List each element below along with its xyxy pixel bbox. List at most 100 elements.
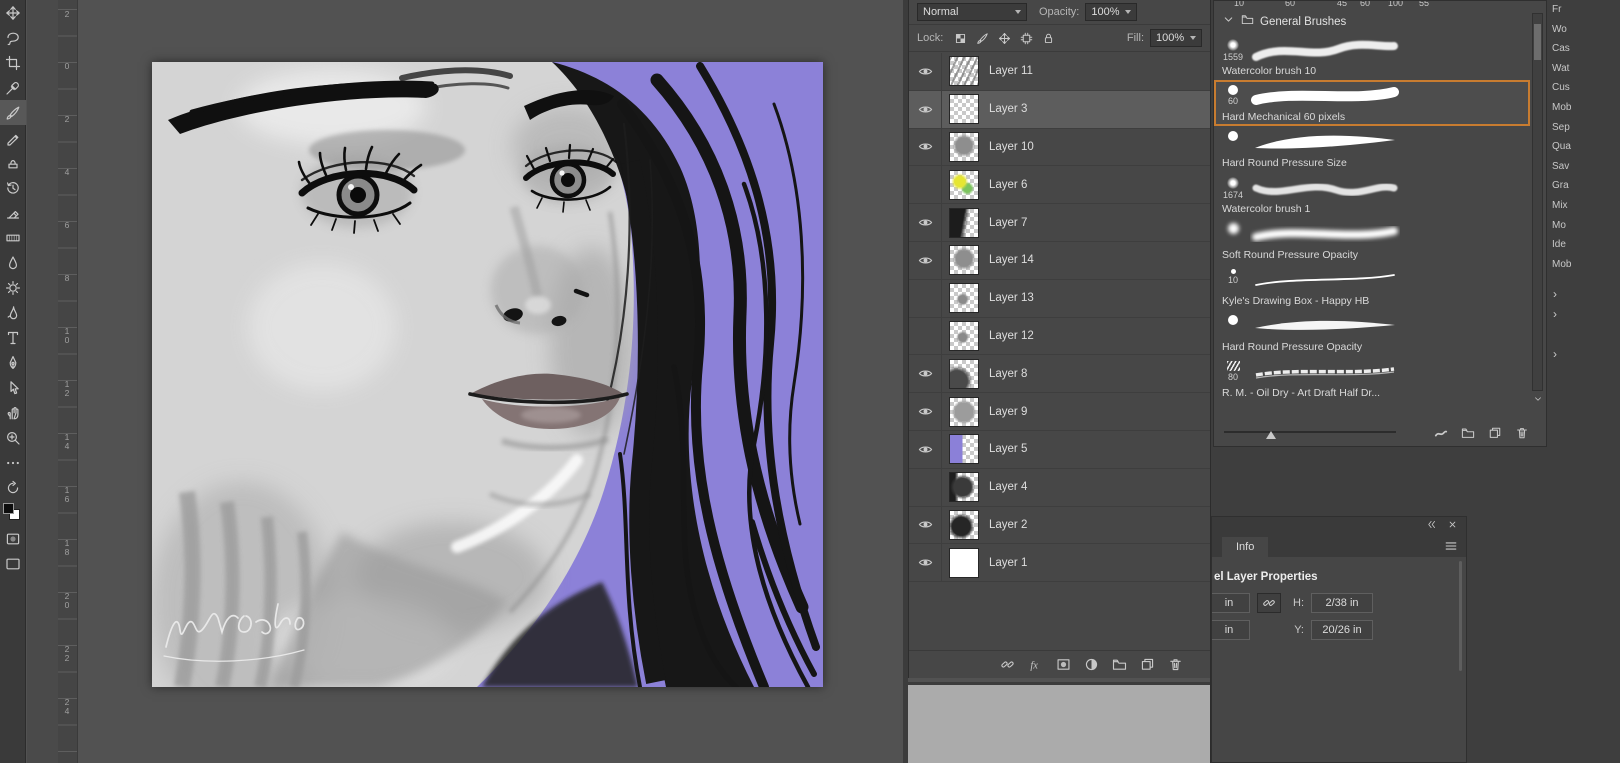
document-canvas[interactable] (152, 62, 823, 687)
chevron-right-icon[interactable]: › (1553, 348, 1557, 360)
x-unit-field[interactable]: in (1212, 620, 1250, 640)
layer-visibility-toggle[interactable] (909, 241, 942, 279)
width-unit-field[interactable]: in (1212, 593, 1250, 613)
clipped-panel-tab[interactable]: Mo (1547, 216, 1620, 236)
move-tool[interactable] (0, 0, 26, 25)
pen-tool[interactable] (0, 350, 26, 375)
clone-stamp-tool[interactable] (0, 150, 26, 175)
quick-mask-toggle[interactable] (0, 526, 26, 551)
color-swatches[interactable] (0, 500, 26, 526)
pencil-tool[interactable] (0, 125, 26, 150)
layer-thumbnail[interactable] (949, 434, 979, 465)
collapse-panel-icon[interactable] (1426, 517, 1437, 535)
layer-thumbnail[interactable] (949, 358, 979, 389)
add-layer-mask-button[interactable] (1055, 656, 1072, 673)
new-layer-button[interactable] (1139, 656, 1156, 673)
gradient-tool[interactable] (0, 225, 26, 250)
layer-name[interactable]: Layer 14 (989, 254, 1034, 266)
brushes-scrollbar[interactable] (1532, 13, 1543, 391)
opacity-input[interactable]: 100% (1085, 3, 1138, 21)
new-adjustment-layer-button[interactable] (1083, 656, 1100, 673)
clipped-panel-tab[interactable]: Sav (1547, 157, 1620, 177)
layer-name[interactable]: Layer 1 (989, 557, 1027, 569)
layer-name[interactable]: Layer 4 (989, 481, 1027, 493)
panel-menu-icon[interactable] (1444, 539, 1458, 553)
blend-mode-select[interactable]: Normal (917, 3, 1027, 21)
preview-size-slider[interactable] (1224, 431, 1396, 433)
panel-scrollbar[interactable] (1459, 561, 1462, 671)
layer-thumbnail[interactable] (949, 207, 979, 238)
layer-visibility-toggle[interactable] (909, 468, 942, 506)
lock-position[interactable] (997, 31, 1012, 46)
new-group-button[interactable] (1111, 656, 1128, 673)
clipped-panel-tab[interactable]: Cas (1547, 39, 1620, 59)
brush-preset[interactable]: 10 Kyle's Drawing Box - Happy HB (1214, 264, 1530, 310)
brush-preset[interactable]: 1674 Watercolor brush 1 (1214, 172, 1530, 218)
clipped-panel-tab[interactable]: Wat (1547, 59, 1620, 79)
blur-tool[interactable] (0, 250, 26, 275)
slider-handle[interactable] (1266, 431, 1276, 439)
layer-thumbnail[interactable] (949, 509, 979, 540)
layer-visibility-toggle[interactable] (909, 204, 942, 241)
layer-row[interactable]: Layer 8 (909, 355, 1210, 394)
layer-visibility-toggle[interactable] (909, 355, 942, 393)
lock-image-pixels[interactable] (975, 31, 990, 46)
history-brush-tool[interactable] (0, 175, 26, 200)
layer-row[interactable]: Layer 10 (909, 128, 1210, 167)
layer-thumbnail[interactable] (949, 472, 979, 503)
layer-row[interactable]: Layer 7 (909, 204, 1210, 242)
layer-visibility-toggle[interactable] (909, 128, 942, 166)
y-field[interactable]: 20/26 in (1311, 620, 1373, 640)
brush-preset[interactable]: 1559 Watercolor brush 10 (1214, 34, 1530, 80)
layer-visibility-toggle[interactable] (909, 53, 942, 90)
layer-thumbnail[interactable] (949, 94, 979, 125)
screen-mode-toggle[interactable] (0, 551, 26, 576)
brush-tool[interactable] (0, 100, 26, 125)
layer-row[interactable]: Layer 14 (909, 241, 1210, 280)
layer-row[interactable]: Layer 5 (909, 430, 1210, 469)
layer-name[interactable]: Layer 2 (989, 519, 1027, 531)
brush-preset[interactable]: 60 Hard Mechanical 60 pixels (1214, 80, 1530, 126)
new-brush-group-button[interactable] (1460, 425, 1476, 441)
lock-artboard[interactable] (1019, 31, 1034, 46)
layer-visibility-toggle[interactable] (909, 166, 942, 204)
layer-name[interactable]: Layer 6 (989, 179, 1027, 191)
layer-name[interactable]: Layer 8 (989, 368, 1027, 380)
layer-name[interactable]: Layer 7 (989, 217, 1027, 229)
layer-name[interactable]: Layer 3 (989, 103, 1027, 115)
layer-name[interactable]: Layer 11 (989, 65, 1033, 77)
layer-effects-button[interactable]: fx (1027, 656, 1044, 673)
layer-row[interactable]: Layer 9 (909, 393, 1210, 431)
brush-preset[interactable]: 80 R. M. - Oil Dry - Art Draft Half Dr..… (1214, 356, 1530, 402)
close-panel-icon[interactable] (1447, 517, 1458, 535)
eraser-tool[interactable] (0, 200, 26, 225)
layer-visibility-toggle[interactable] (909, 430, 942, 468)
clipped-panel-tab[interactable]: Wo (1547, 20, 1620, 40)
crop-tool[interactable] (0, 50, 26, 75)
brush-preset[interactable]: Hard Round Pressure Size (1214, 126, 1530, 172)
new-brush-button[interactable] (1487, 425, 1503, 441)
layer-row[interactable]: Layer 3 (909, 90, 1210, 129)
layer-name[interactable]: Layer 10 (989, 141, 1034, 153)
layer-row[interactable]: Layer 2 (909, 506, 1210, 545)
path-select-tool[interactable] (0, 375, 26, 400)
height-field[interactable]: 2/38 in (1311, 593, 1373, 613)
layer-row[interactable]: Layer 12 (909, 317, 1210, 356)
zoom-tool[interactable] (0, 425, 26, 450)
clipped-panel-tab[interactable]: Ide (1547, 235, 1620, 255)
layer-thumbnail[interactable] (949, 131, 979, 162)
brush-preset[interactable]: Soft Round Pressure Opacity (1214, 218, 1530, 264)
layer-row[interactable]: Layer 11 (909, 53, 1210, 91)
clipped-panel-tab[interactable]: Gra (1547, 176, 1620, 196)
layer-name[interactable]: Layer 13 (989, 292, 1034, 304)
rotate-view-tool[interactable] (0, 475, 26, 500)
layer-visibility-toggle[interactable] (909, 317, 942, 355)
smudge-tool[interactable] (0, 300, 26, 325)
type-tool[interactable] (0, 325, 26, 350)
scrollbar-thumb[interactable] (1534, 24, 1541, 60)
lock-transparent-pixels[interactable] (953, 31, 968, 46)
clipped-panel-tab[interactable]: Mix (1547, 196, 1620, 216)
eyedropper-tool[interactable] (0, 75, 26, 100)
layer-thumbnail[interactable] (949, 547, 979, 578)
clipped-panel-tab[interactable]: Mob (1547, 98, 1620, 118)
